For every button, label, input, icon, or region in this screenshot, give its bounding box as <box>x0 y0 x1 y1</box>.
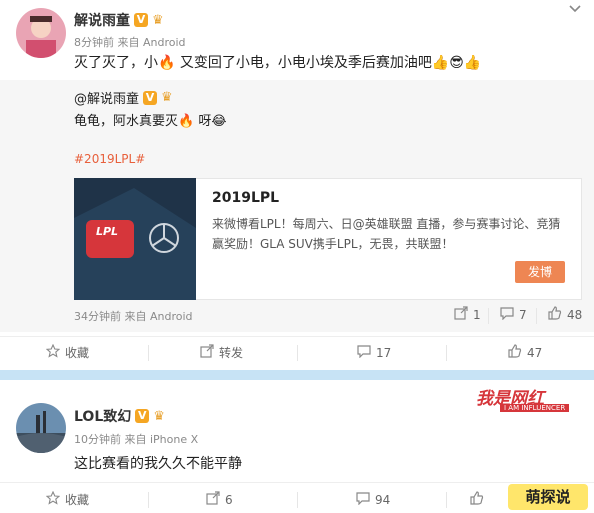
comment-button[interactable]: 94 <box>356 491 390 508</box>
verified-icon: V <box>135 409 150 423</box>
comment-button[interactable]: 17 <box>357 344 391 361</box>
like-button[interactable] <box>470 491 489 508</box>
card-description: 来微博看LPL！每周六、日@英雄联盟 直播，参与赛事讨论、竞猜赢奖励！GLA S… <box>212 217 561 251</box>
avatar[interactable] <box>16 8 66 58</box>
divider <box>148 345 149 361</box>
comment-icon <box>357 344 371 361</box>
watermark-bottom: 萌探说 <box>508 484 588 510</box>
avatar-image <box>16 8 66 58</box>
repost-count: 6 <box>225 492 233 507</box>
comment-count: 7 <box>519 307 527 322</box>
crown-icon: ♛ <box>153 408 165 424</box>
divider <box>0 336 594 337</box>
divider <box>297 345 298 361</box>
share-icon <box>206 491 220 508</box>
crown-icon: ♛ <box>152 12 164 28</box>
lpl-logo-text: LPL <box>95 225 119 238</box>
like-count: 48 <box>567 307 583 322</box>
collect-label: 收藏 <box>65 346 90 360</box>
verified-icon: V <box>143 90 158 105</box>
post-text: 这比赛看的我久久不能平静 <box>74 456 242 472</box>
post-separator <box>0 370 594 380</box>
divider <box>0 482 594 483</box>
repost-author-row: @解说雨童 V ♛ <box>74 88 173 107</box>
star-icon <box>45 490 61 508</box>
thumbs-up-icon <box>548 306 562 323</box>
repost-like-button[interactable]: 48 <box>548 306 582 323</box>
repost-button[interactable]: 转发 <box>200 344 243 361</box>
divider <box>148 492 149 508</box>
repost-meta: 34分钟前 来自 Android <box>74 310 193 323</box>
thumbs-up-icon <box>470 491 484 508</box>
avatar[interactable] <box>16 403 66 453</box>
collect-button[interactable]: 收藏 <box>45 343 90 361</box>
card-title: 2019LPL <box>212 190 280 206</box>
comment-icon <box>500 306 514 323</box>
crown-icon: ♛ <box>161 90 173 105</box>
divider <box>488 308 489 324</box>
repost-author[interactable]: @解说雨童 <box>74 88 139 107</box>
repost-repost-button[interactable]: 1 <box>454 306 481 323</box>
post-meta: 10分钟前 来自 iPhone X <box>74 433 199 446</box>
collect-button[interactable]: 收藏 <box>45 490 90 508</box>
author-row: LOL致幻 V ♛ <box>74 406 165 426</box>
collect-label: 收藏 <box>65 493 90 507</box>
author-name[interactable]: 解说雨童 <box>74 10 130 30</box>
lpl-logo-image <box>74 178 196 300</box>
repost-text: 龟龟，阿水真要灭🔥 呀😂 <box>74 114 227 129</box>
repost-comment-button[interactable]: 7 <box>500 306 527 323</box>
author-row: 解说雨童 V ♛ <box>74 10 164 30</box>
like-button[interactable]: 47 <box>508 344 542 361</box>
divider <box>446 492 447 508</box>
comment-icon <box>356 491 370 508</box>
post-text: 灭了灭了，小🔥 又变回了小电，小电小埃及季后赛加油吧👍😎👍 <box>74 55 482 71</box>
topic-link[interactable]: #2019LPL# <box>74 152 145 166</box>
verified-icon: V <box>134 13 148 27</box>
post-button[interactable]: 发博 <box>515 261 565 283</box>
comment-count: 94 <box>375 492 391 507</box>
repost-button[interactable]: 6 <box>206 491 233 508</box>
like-count: 47 <box>527 345 543 360</box>
comment-count: 17 <box>376 345 392 360</box>
divider <box>446 345 447 361</box>
divider <box>536 308 537 324</box>
post-meta: 8分钟前 来自 Android <box>74 36 186 49</box>
repost-label: 转发 <box>219 346 244 360</box>
watermark-sub: I AM INFLUENCER <box>500 404 570 412</box>
divider <box>297 492 298 508</box>
avatar-image <box>16 403 66 453</box>
thumbs-up-icon <box>508 344 522 361</box>
author-name[interactable]: LOL致幻 <box>74 406 131 426</box>
share-icon <box>200 344 214 361</box>
star-icon <box>45 343 61 361</box>
chevron-down-icon[interactable] <box>568 2 582 18</box>
share-icon <box>454 306 468 323</box>
repost-count: 1 <box>473 307 481 322</box>
